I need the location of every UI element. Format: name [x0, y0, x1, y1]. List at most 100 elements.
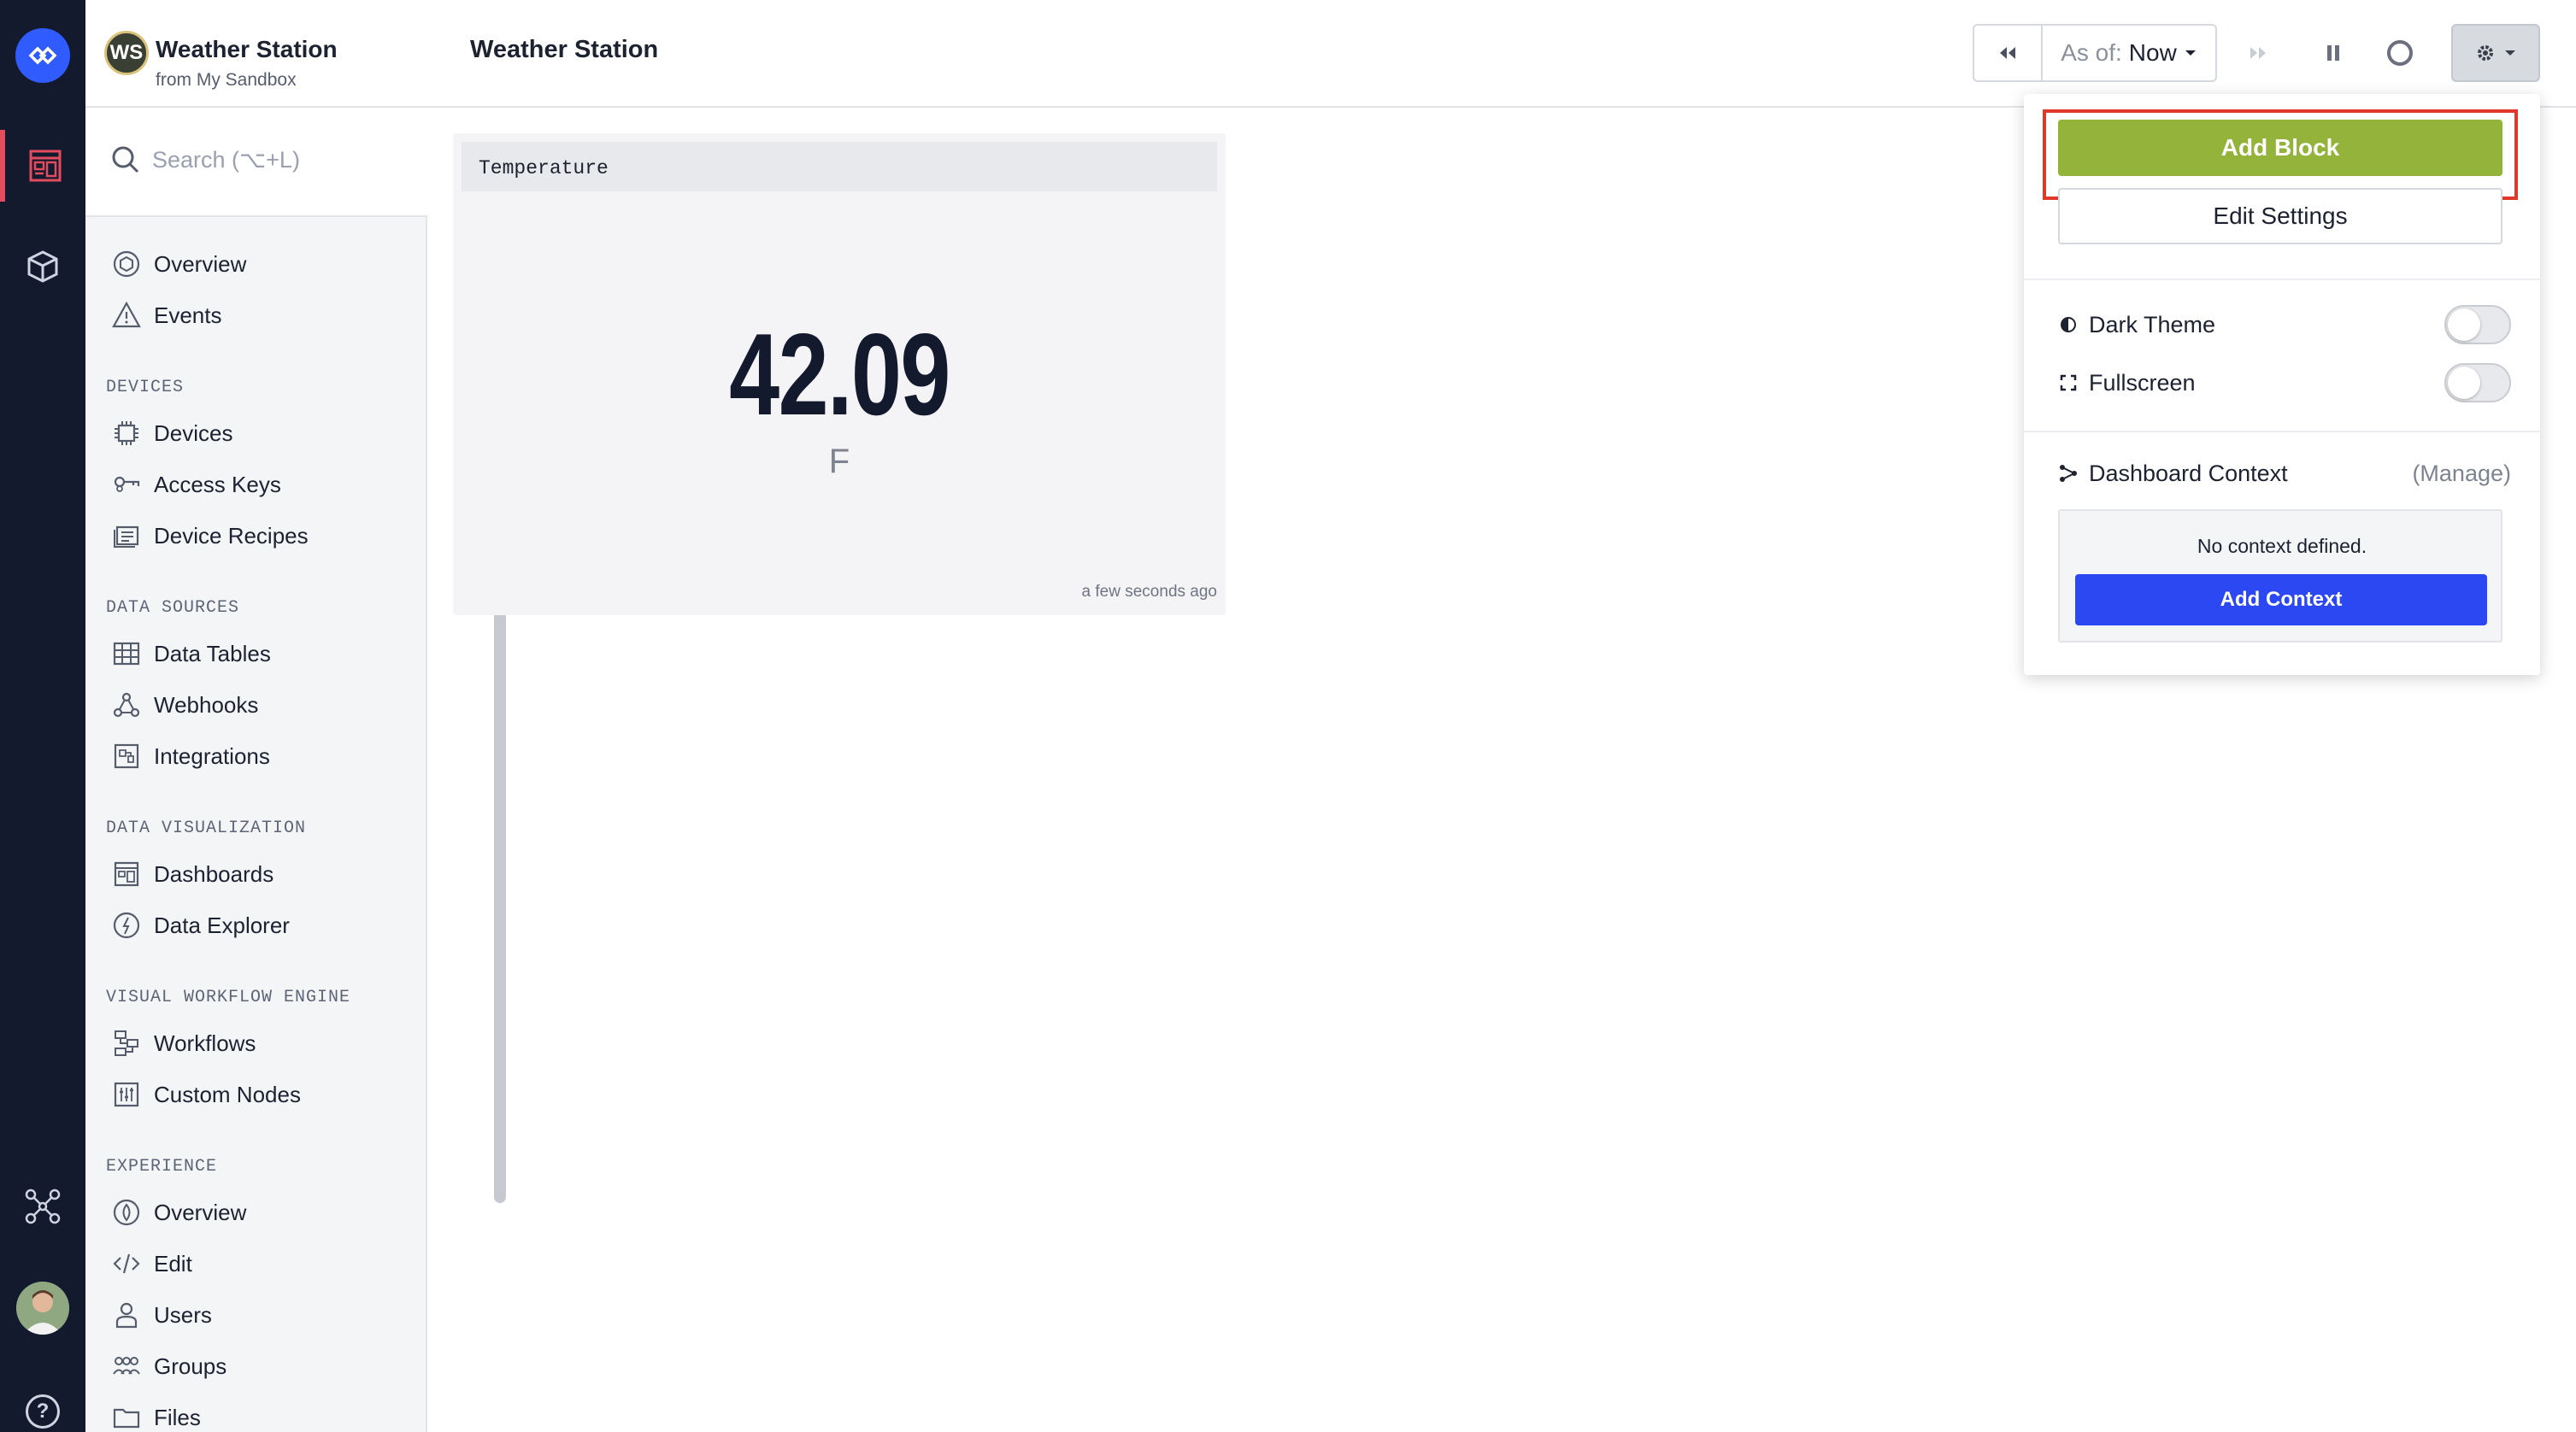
sidebar-item-edit[interactable]: Edit — [109, 1242, 391, 1285]
app-badge: WS — [104, 31, 149, 75]
losant-logo-icon[interactable] — [15, 28, 70, 83]
loading-icon — [2387, 40, 2413, 66]
app-header[interactable]: WS Weather Station from My Sandbox — [85, 0, 427, 108]
sidebar-item-label: Events — [154, 302, 222, 328]
fullscreen-toggle[interactable] — [2444, 363, 2511, 402]
section-header-experience: EXPERIENCE — [106, 1157, 218, 1177]
sidebar-item-label: Groups — [154, 1353, 227, 1379]
settings-dropdown-menu: Add Block Edit Settings Dark Theme Fulls… — [2024, 94, 2540, 675]
cube-icon[interactable] — [0, 231, 85, 302]
gear-icon — [2478, 45, 2493, 61]
sidebar-item-overview[interactable]: Overview — [109, 243, 391, 285]
sidebar-item-workflows[interactable]: Workflows — [109, 1022, 391, 1065]
sidebar-item-label: Custom Nodes — [154, 1081, 301, 1107]
edit-settings-button[interactable]: Edit Settings — [2058, 188, 2502, 244]
divider — [2024, 279, 2540, 280]
sidebar-item-label: Workflows — [154, 1030, 256, 1056]
section-header-workflow-engine: VISUAL WORKFLOW ENGINE — [106, 988, 351, 1007]
sidebar-item-devices[interactable]: Devices — [109, 412, 391, 455]
help-icon[interactable]: ? — [26, 1394, 60, 1429]
network-icon[interactable] — [0, 1171, 85, 1242]
page-title: Weather Station — [470, 36, 659, 63]
folder-icon — [109, 1400, 144, 1432]
explorer-icon — [109, 908, 144, 942]
fullscreen-row: Fullscreen — [2058, 361, 2511, 404]
workflow-icon — [109, 1026, 144, 1060]
sidebar-item-dashboards[interactable]: Dashboards — [109, 853, 391, 895]
sidebar-item-access-keys[interactable]: Access Keys — [109, 463, 391, 506]
integrations-icon — [109, 739, 144, 773]
add-block-button[interactable]: Add Block — [2058, 120, 2502, 176]
sidebar-item-integrations[interactable]: Integrations — [109, 735, 391, 778]
block-timestamp: a few seconds ago — [1081, 583, 1217, 601]
rewind-icon — [2000, 47, 2015, 59]
icon-rail: ? — [0, 0, 85, 1432]
dark-theme-toggle[interactable] — [2444, 305, 2511, 344]
sidebar-item-label: Webhooks — [154, 691, 259, 718]
dashboard-context-label: Dashboard Context — [2089, 460, 2288, 486]
sidebar-item-webhooks[interactable]: Webhooks — [109, 684, 391, 726]
fullscreen-icon — [2060, 374, 2077, 391]
dark-theme-label: Dark Theme — [2089, 311, 2216, 337]
group-icon — [109, 1349, 144, 1383]
fast-forward-button[interactable] — [2232, 24, 2284, 82]
section-header-data-sources: DATA SOURCES — [106, 598, 240, 618]
rewind-button[interactable] — [1973, 24, 2043, 82]
sidebar-item-label: Edit — [154, 1250, 192, 1276]
sidebar-item-label: Overview — [154, 1199, 247, 1225]
search-input[interactable] — [152, 138, 409, 181]
as-of-value: Now — [2128, 39, 2177, 66]
dark-theme-row: Dark Theme — [2058, 303, 2511, 346]
sidebar-item-label: Data Tables — [154, 640, 271, 666]
sidebar-item-files[interactable]: Files — [109, 1396, 391, 1432]
table-icon — [109, 637, 144, 671]
app-subtitle: from My Sandbox — [156, 70, 297, 90]
gauge-value: 42.09 — [729, 309, 950, 439]
sidebar-item-groups[interactable]: Groups — [109, 1345, 391, 1388]
recipe-icon — [109, 519, 144, 553]
sidebar-item-experience-overview[interactable]: Overview — [109, 1191, 391, 1234]
gauge-unit: F — [828, 443, 850, 480]
sidebar-item-label: Integrations — [154, 742, 270, 769]
settings-dropdown-button[interactable] — [2451, 24, 2540, 82]
key-icon — [109, 467, 144, 502]
section-header-data-visualization: DATA VISUALIZATION — [106, 819, 307, 838]
overview-icon — [109, 247, 144, 281]
as-of-label: As of: — [2061, 39, 2122, 66]
app-name[interactable]: Weather Station — [156, 36, 338, 63]
manage-context-link[interactable]: (Manage) — [2412, 461, 2511, 487]
avatar[interactable] — [16, 1282, 69, 1335]
as-of-dropdown[interactable]: As of: Now — [2041, 24, 2217, 82]
dashboard-icon — [109, 857, 144, 891]
pause-icon — [2327, 45, 2339, 61]
search-bar — [85, 108, 427, 217]
theme-icon — [2061, 317, 2076, 332]
pause-button[interactable] — [2308, 24, 2359, 82]
search-icon — [111, 145, 140, 174]
gauge-block: Temperature 42.09 F a few seconds ago — [453, 133, 1226, 615]
sidebar-item-label: Dashboards — [154, 860, 274, 887]
sidebar-item-users[interactable]: Users — [109, 1294, 391, 1336]
add-context-button[interactable]: Add Context — [2075, 574, 2487, 625]
experience-icon — [109, 1195, 144, 1230]
sidebar-item-label: Files — [154, 1404, 201, 1430]
sidebar-item-label: Overview — [154, 250, 247, 277]
no-context-message: No context defined. — [2197, 535, 2367, 557]
divider — [2024, 431, 2540, 432]
webhook-icon — [109, 688, 144, 722]
sidebar-item-data-explorer[interactable]: Data Explorer — [109, 904, 391, 947]
context-panel: No context defined. Add Context — [2058, 509, 2502, 643]
chevron-down-icon — [2185, 50, 2196, 56]
dashboard-icon[interactable] — [0, 130, 85, 202]
sidebar-item-device-recipes[interactable]: Device Recipes — [109, 514, 391, 557]
dashboard-context-row: Dashboard Context (Manage) — [2058, 452, 2511, 495]
dashboard-header: Weather Station As of: Now — [427, 0, 2576, 108]
sidebar-item-label: Users — [154, 1301, 212, 1328]
sidebar-item-data-tables[interactable]: Data Tables — [109, 632, 391, 675]
sidebar-item-custom-nodes[interactable]: Custom Nodes — [109, 1073, 391, 1116]
block-title: Temperature — [479, 157, 609, 179]
sidebar-item-events[interactable]: Events — [109, 294, 391, 337]
context-icon — [2060, 465, 2077, 482]
user-icon — [109, 1298, 144, 1332]
fullscreen-label: Fullscreen — [2089, 369, 2196, 396]
